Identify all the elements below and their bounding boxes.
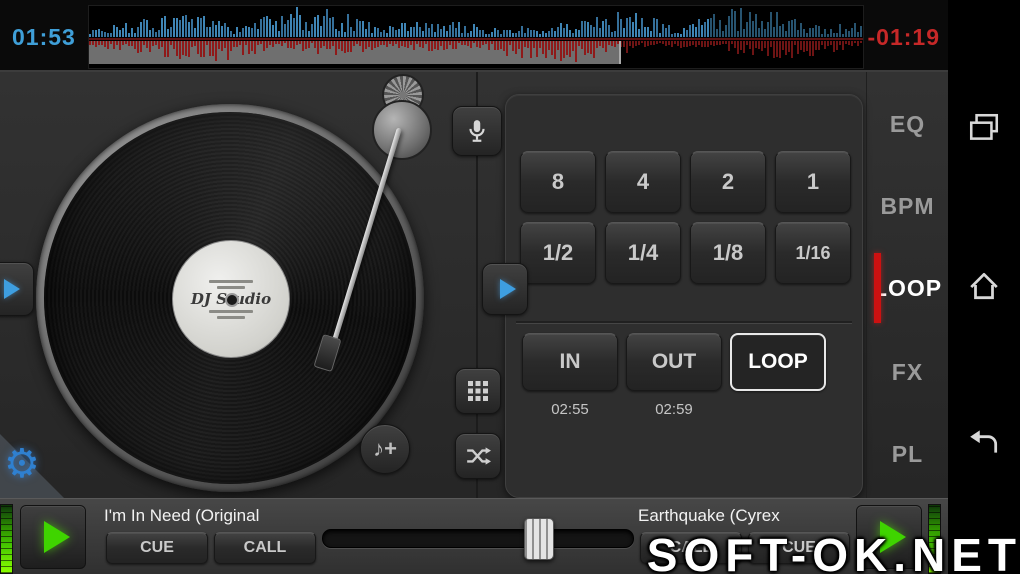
site-watermark: SOFT-OK.NET bbox=[646, 529, 1020, 574]
microphone-button[interactable] bbox=[452, 106, 502, 156]
loop-out-button[interactable]: OUT bbox=[626, 333, 722, 391]
loop-beats-2-button[interactable]: 2 bbox=[690, 151, 766, 213]
tab-fx[interactable]: FX bbox=[867, 342, 948, 402]
loop-in-button[interactable]: IN bbox=[522, 333, 618, 391]
loop-beats-8-button[interactable]: 8 bbox=[520, 151, 596, 213]
right-panel-toggle-button[interactable] bbox=[482, 263, 528, 315]
microphone-icon bbox=[469, 120, 485, 142]
waveform-bar: 01:53 -01:19 bbox=[0, 0, 1020, 72]
tonearm-pivot bbox=[372, 100, 432, 160]
active-tab-indicator bbox=[874, 253, 881, 323]
loop-toggle-button[interactable]: LOOP bbox=[730, 333, 826, 391]
shuffle-icon bbox=[467, 447, 491, 465]
left-panel-toggle-button[interactable] bbox=[0, 262, 34, 316]
label-text-line bbox=[209, 309, 253, 313]
recent-apps-icon bbox=[969, 113, 999, 140]
deck-a-track-title: I'm In Need (Original bbox=[104, 506, 260, 525]
play-icon bbox=[44, 521, 70, 553]
loop-beats-4-button[interactable]: 4 bbox=[605, 151, 681, 213]
play-arrow-icon bbox=[499, 279, 516, 299]
loop-beats-sixteenth-button[interactable]: 1/16 bbox=[775, 222, 851, 284]
back-icon bbox=[970, 430, 998, 453]
waveform-graphic bbox=[89, 7, 863, 64]
home-icon bbox=[970, 272, 998, 300]
loop-panel: 8 4 2 1 1/2 1/4 1/8 1/16 IN OUT LOOP 02:… bbox=[505, 94, 863, 498]
settings-gear-icon[interactable]: ⚙ bbox=[4, 444, 40, 484]
grid-icon bbox=[468, 381, 488, 401]
tab-pl[interactable]: PL bbox=[867, 424, 948, 484]
deck-b-time: -01:19 bbox=[867, 24, 940, 50]
recent-apps-button[interactable] bbox=[966, 110, 1002, 146]
loop-beats-quarter-button[interactable]: 1/4 bbox=[605, 222, 681, 284]
panel-separator bbox=[516, 321, 852, 324]
add-music-button[interactable]: ♪+ bbox=[360, 424, 410, 474]
waveform-display[interactable] bbox=[88, 5, 864, 69]
loop-in-time: 02:55 bbox=[551, 401, 589, 418]
tab-eq[interactable]: EQ bbox=[867, 94, 948, 154]
loop-beats-eighth-button[interactable]: 1/8 bbox=[690, 222, 766, 284]
loop-out-time: 02:59 bbox=[655, 401, 693, 418]
back-button[interactable] bbox=[966, 424, 1002, 460]
spindle bbox=[225, 293, 239, 307]
play-arrow-icon bbox=[3, 279, 20, 299]
music-note-add-icon: ♪+ bbox=[373, 436, 397, 461]
label-text-line bbox=[217, 315, 245, 319]
side-tab-strip: EQ BPM LOOP FX PL bbox=[866, 72, 948, 498]
tab-bpm[interactable]: BPM bbox=[867, 176, 948, 236]
deck-a-call-button[interactable]: CALL bbox=[214, 532, 316, 564]
pad-grid-button[interactable] bbox=[455, 368, 501, 414]
loop-beats-half-button[interactable]: 1/2 bbox=[520, 222, 596, 284]
dj-studio-app: 01:53 -01:19 DJ Studio ♪+ ⚙ 8 4 2 1 1/2 … bbox=[0, 0, 1020, 574]
label-text-line bbox=[209, 279, 253, 283]
deck-a-level-meter bbox=[0, 504, 13, 574]
deck-b-track-title: Earthquake (Cyrex bbox=[638, 506, 780, 525]
beat-division-grid: 8 4 2 1 1/2 1/4 1/8 1/16 bbox=[520, 151, 851, 284]
shuffle-button[interactable] bbox=[455, 433, 501, 479]
home-button[interactable] bbox=[966, 268, 1002, 304]
deck-a-cue-button[interactable]: CUE bbox=[106, 532, 208, 564]
deck-a-play-button[interactable] bbox=[20, 505, 86, 569]
label-text-line bbox=[217, 285, 245, 289]
deck-a-time: 01:53 bbox=[12, 24, 76, 50]
android-nav-bar bbox=[948, 0, 1020, 574]
crossfader-track[interactable] bbox=[322, 529, 634, 548]
crossfader-handle[interactable] bbox=[524, 518, 554, 560]
loop-beats-1-button[interactable]: 1 bbox=[775, 151, 851, 213]
